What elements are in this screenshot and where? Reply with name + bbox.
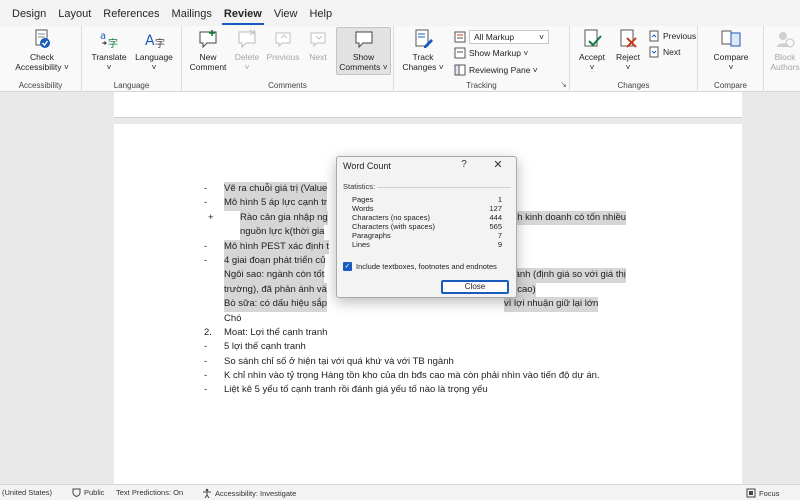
- compare-button[interactable]: Compare ˅: [708, 28, 754, 72]
- track-changes-icon: [415, 29, 433, 48]
- compare-icon: [721, 30, 741, 47]
- track-changes-button[interactable]: Track Changes ˅: [398, 28, 448, 72]
- protect-group: Block Authors: [764, 26, 800, 92]
- new-comment-button[interactable]: New Comment: [184, 28, 232, 72]
- tab-mailings[interactable]: Mailings: [166, 8, 218, 26]
- language-button[interactable]: A 字 Language ˅: [132, 28, 176, 72]
- svg-text:a: a: [100, 31, 106, 42]
- delete-comment-icon: [238, 29, 256, 49]
- reject-icon: [620, 29, 637, 48]
- svg-text:字: 字: [155, 37, 165, 50]
- tracking-group: Track Changes ˅ All Markup ˅ Show Markup …: [394, 26, 570, 92]
- accessibility-group-label: Accessibility: [18, 81, 63, 90]
- reviewing-pane-button[interactable]: Reviewing Pane ˅: [454, 64, 538, 76]
- ribbon-tab-bar: Design Layout References Mailings Review…: [0, 0, 800, 26]
- reviewing-pane-icon: [454, 64, 466, 76]
- translate-icon: a 字: [100, 31, 118, 50]
- show-comments-button[interactable]: Show Comments ˅: [336, 27, 391, 75]
- focus-icon: [746, 488, 756, 498]
- stat-row: Characters (no spaces) 444: [352, 213, 502, 223]
- stat-row: Lines 9: [352, 240, 502, 250]
- close-icon[interactable]: ✕: [490, 158, 506, 171]
- tab-references[interactable]: References: [97, 8, 165, 26]
- next-comment-icon: [310, 32, 326, 48]
- tracking-options-launcher-icon[interactable]: ↘: [560, 80, 567, 89]
- tab-layout[interactable]: Layout: [52, 8, 97, 26]
- tab-view[interactable]: View: [268, 8, 304, 26]
- language-group-label: Language: [113, 81, 150, 90]
- text-predictions-status[interactable]: Text Predictions: On: [116, 488, 183, 497]
- delete-comment-button[interactable]: Delete ˅: [232, 28, 262, 72]
- changes-group-label: Changes: [617, 81, 650, 90]
- show-markup-dropdown[interactable]: Show Markup ˅: [454, 47, 528, 59]
- previous-change-icon: [648, 30, 660, 42]
- tab-design[interactable]: Design: [6, 8, 52, 26]
- statistics-table: Pages 1 Words 127 Characters (no spaces) 44…: [352, 195, 502, 250]
- previous-comment-icon: [275, 32, 291, 48]
- accessibility-status[interactable]: Accessibility: Investigate: [202, 488, 296, 498]
- sensitivity-status[interactable]: Public: [72, 488, 104, 497]
- svg-text:A: A: [145, 33, 155, 49]
- shield-icon: [72, 488, 81, 497]
- previous-page-bottom: [114, 92, 742, 118]
- compare-group: Compare ˅ Compare: [698, 26, 764, 92]
- stat-row: Paragraphs 7: [352, 231, 502, 241]
- dialog-title: Word Count: [343, 161, 391, 171]
- show-markup-icon: [454, 47, 466, 59]
- stat-row: Pages 1: [352, 195, 502, 204]
- word-count-dialog: Word Count ? ✕ Statistics: Pages 1 Words 1…: [336, 156, 517, 298]
- check-accessibility-icon: [35, 29, 50, 48]
- stat-row: Characters (with spaces) 565: [352, 222, 502, 232]
- checkmark-icon: ✓: [343, 262, 352, 271]
- check-accessibility-button[interactable]: Check Accessibility ˅: [14, 28, 70, 72]
- accessibility-group: Check Accessibility ˅ Accessibility: [0, 26, 82, 92]
- previous-comment-button[interactable]: Previous: [264, 28, 302, 62]
- next-change-button[interactable]: Next: [648, 46, 680, 58]
- block-authors-button[interactable]: Block Authors: [766, 28, 800, 72]
- block-authors-icon: [777, 32, 795, 48]
- next-change-icon: [648, 46, 660, 58]
- status-bar: (United States) Public Text Predictions:…: [0, 484, 800, 500]
- new-comment-icon: [199, 30, 217, 49]
- tracking-group-label: Tracking: [466, 81, 497, 90]
- tab-review[interactable]: Review: [218, 8, 268, 26]
- next-comment-button[interactable]: Next: [304, 28, 332, 62]
- stat-row: Words 127: [352, 204, 502, 214]
- close-button[interactable]: Close: [441, 280, 509, 294]
- language-group: a 字 Translate ˅ A 字 Language ˅ Language: [82, 26, 182, 92]
- accept-icon: [584, 29, 602, 47]
- ribbon: Check Accessibility ˅ Accessibility a 字 …: [0, 26, 800, 92]
- compare-group-label: Compare: [714, 81, 747, 90]
- language-icon: A 字: [145, 33, 165, 50]
- comments-group-label: Comments: [268, 81, 307, 90]
- statistics-label: Statistics:: [343, 182, 512, 191]
- accept-button[interactable]: Accept ˅: [574, 28, 610, 72]
- svg-text:字: 字: [108, 37, 118, 50]
- markup-icon: [454, 31, 466, 43]
- reject-button[interactable]: Reject ˅: [610, 28, 646, 72]
- show-comments-icon: [355, 31, 372, 49]
- focus-mode-button[interactable]: Focus: [746, 488, 779, 498]
- help-icon[interactable]: ?: [457, 159, 471, 170]
- chevron-down-icon: ˅: [539, 32, 544, 42]
- language-status[interactable]: (United States): [2, 488, 52, 497]
- previous-change-button[interactable]: Previous: [648, 30, 696, 42]
- changes-group: Accept ˅ Reject ˅ Previous Next Changes: [570, 26, 698, 92]
- translate-button[interactable]: a 字 Translate ˅: [88, 28, 130, 72]
- include-textboxes-checkbox[interactable]: ✓ Include textboxes, footnotes and endno…: [343, 262, 497, 271]
- comments-group: New Comment Delete ˅ Previous Next Show …: [182, 26, 394, 92]
- tab-help[interactable]: Help: [303, 8, 338, 26]
- markup-display-dropdown[interactable]: All Markup ˅: [454, 30, 549, 44]
- accessibility-person-icon: [203, 488, 211, 498]
